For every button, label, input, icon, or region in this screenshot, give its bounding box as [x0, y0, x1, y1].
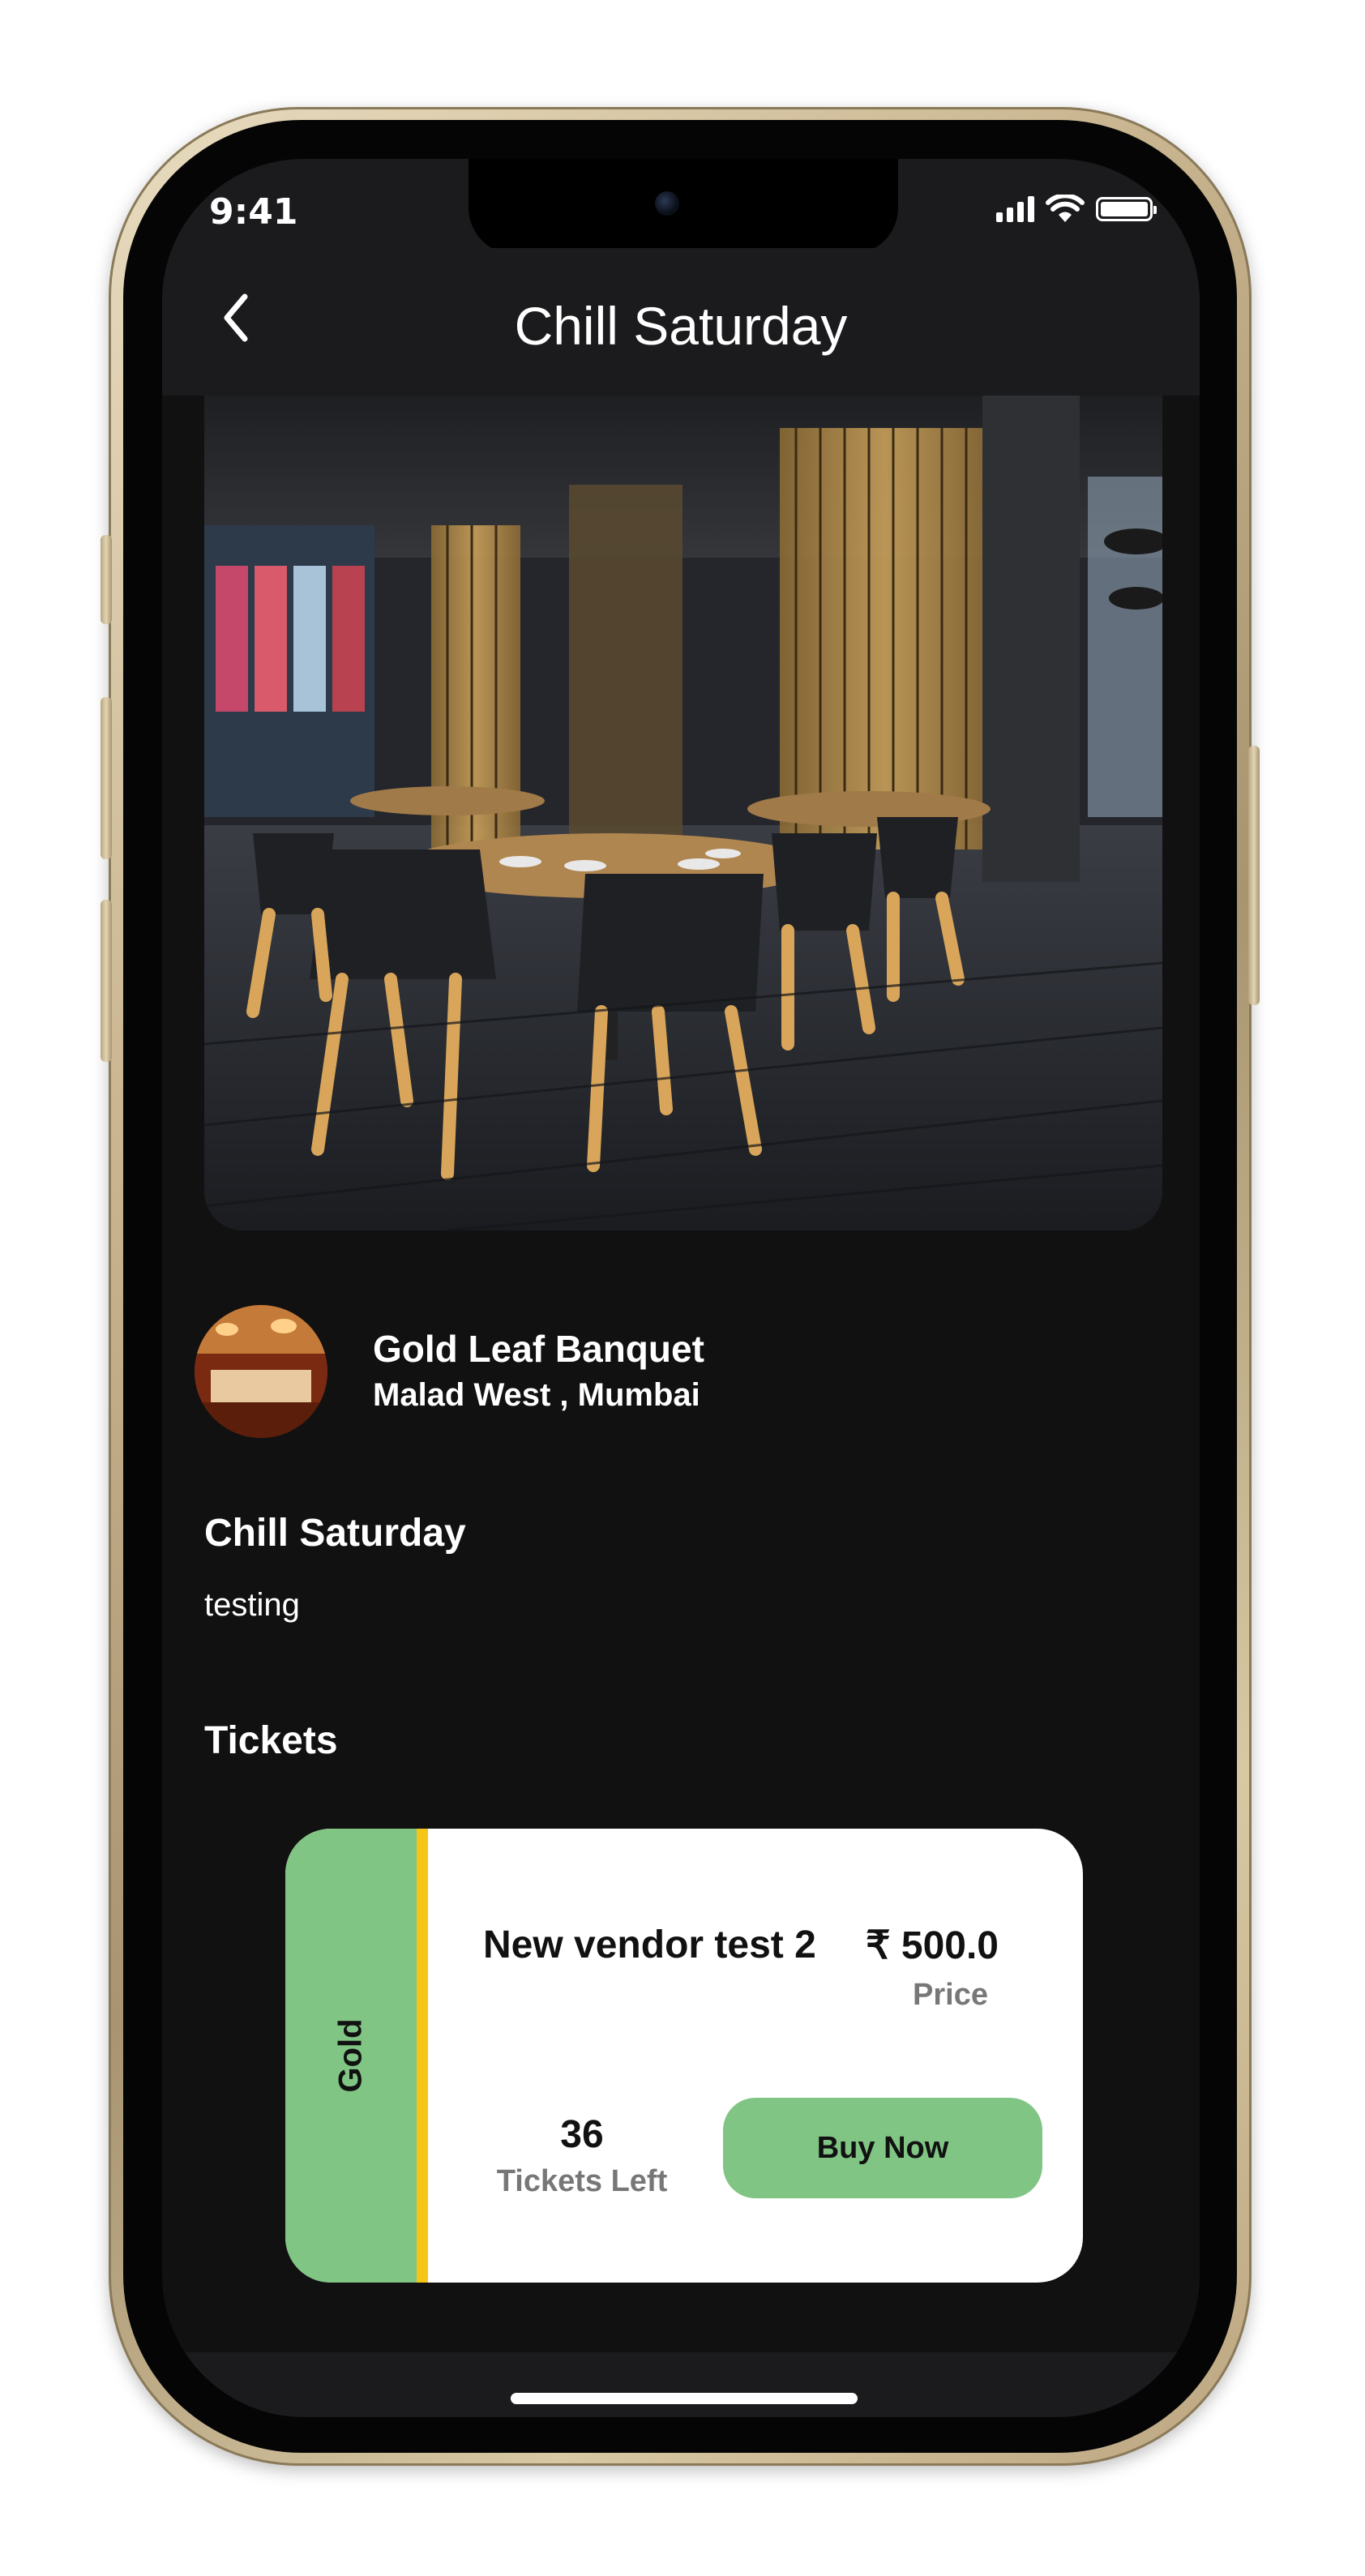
ticket-tier-band: Gold: [285, 1829, 417, 2283]
event-title: Chill Saturday: [204, 1512, 466, 1555]
ticket-tier-label: Gold: [332, 2018, 369, 2093]
venue-location: Malad West , Mumbai: [373, 1377, 700, 1413]
status-time: 9:41: [209, 191, 298, 233]
page-title: Chill Saturday: [514, 296, 848, 356]
ticket-stripe: [417, 1829, 428, 2283]
volume-down-button: [101, 900, 112, 1062]
tickets-heading: Tickets: [204, 1719, 338, 1762]
venue-avatar: [195, 1305, 327, 1438]
restaurant-interior-image: [204, 396, 1162, 1230]
tickets-left-count: 36: [560, 2113, 604, 2156]
price-label: Price: [913, 1978, 988, 2012]
bottom-bar: [162, 2352, 1200, 2417]
event-hero-image: [204, 396, 1162, 1230]
mute-switch: [101, 535, 112, 624]
front-camera: [655, 191, 679, 216]
wifi-icon: [1046, 195, 1085, 222]
venue-name: Gold Leaf Banquet: [373, 1328, 704, 1370]
app-header: Chill Saturday: [162, 248, 1200, 396]
app-screen: 9:41 Chill Saturday Gold Leaf Banquet Ma…: [162, 159, 1200, 2417]
event-description: testing: [204, 1587, 300, 1623]
ticket-name: New vendor test 2: [483, 1923, 816, 1966]
volume-up-button: [101, 697, 112, 859]
status-icons: [996, 195, 1157, 224]
cellular-signal-icon: [996, 196, 1034, 222]
ticket-price: ₹ 500.0: [866, 1924, 999, 1967]
ticket-card: Gold New vendor test 2 ₹ 500.0 Price 36 …: [285, 1829, 1083, 2283]
tickets-left-label: Tickets Left: [496, 2164, 668, 2198]
power-button: [1248, 746, 1260, 1005]
buy-now-button[interactable]: Buy Now: [723, 2098, 1042, 2198]
battery-icon: [1096, 197, 1157, 221]
venue-info[interactable]: Gold Leaf Banquet Malad West , Mumbai: [195, 1305, 704, 1438]
home-indicator[interactable]: [511, 2393, 858, 2404]
notch: [469, 159, 898, 255]
